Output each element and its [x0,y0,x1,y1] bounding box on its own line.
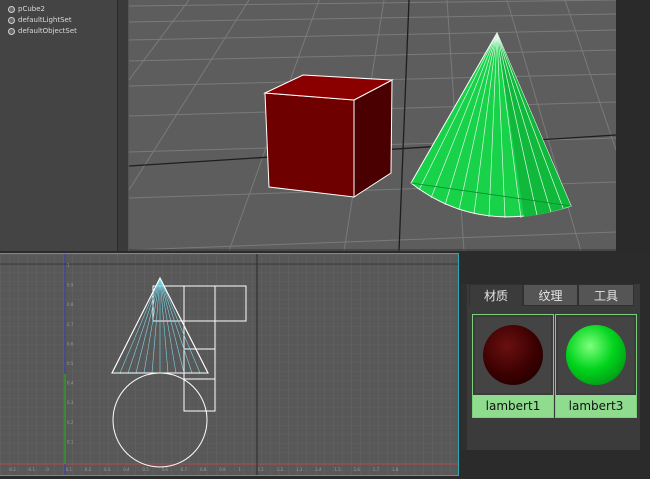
swatch-label: lambert1 [473,395,553,417]
material-ball [566,325,626,385]
hypershade-scrollbar[interactable] [461,284,467,450]
uv-y-tick-label: 0.2 [67,420,74,425]
outliner-item-label: defaultObjectSet [18,27,77,35]
tab-utilities[interactable]: 工具 [578,284,634,306]
uv-x-tick-label: 0.7 [181,467,188,472]
material-swatch-lambert1[interactable]: lambert1 [472,314,554,418]
perspective-viewport[interactable] [129,0,616,251]
hypershade-panel: 材质 纹理 工具 lambert1 lambert3 [461,284,640,450]
uv-canvas: -0.2 -0.1 0 0.1 0.2 0.3 0.4 0.5 0.6 0.7 0.8 0.9 1 1.1… [0,254,458,475]
uv-x-tick-label: 1.2 [277,467,284,472]
uv-x-tick-label: 1 [238,467,241,472]
uv-y-tick-label: 0.4 [67,381,74,386]
uv-y-tick-label: 0.9 [67,283,74,288]
uv-x-tick-label: 0.4 [123,467,130,472]
outliner-item-label: pCube2 [18,5,45,13]
uv-y-tick-label: 0.7 [67,322,74,327]
uv-x-tick-label: 1.5 [334,467,341,472]
uv-y-tick-label: 0.5 [67,361,74,366]
outliner-item-defaultlightset[interactable]: defaultLightSet [8,15,72,25]
uv-x-tick-label: 0.1 [66,467,73,472]
swatch-thumbnail [558,317,634,393]
uv-x-tick-label: 0.6 [162,467,169,472]
uv-x-tick-label: 1.8 [392,467,399,472]
uv-x-tick-label: 0.5 [142,467,149,472]
set-icon [8,16,15,24]
uv-x-tick-label: 1.7 [373,467,380,472]
outliner-panel: pCube2 defaultLightSet defaultObjectSet [0,0,117,251]
uv-x-tick-label: 0.3 [104,467,111,472]
uv-x-tick-label: -0.1 [27,467,35,472]
set-icon [8,27,15,35]
swatch-thumbnail [475,317,551,393]
uv-y-tick-label: 0.1 [67,439,74,444]
uv-y-tick-label: 0.8 [67,302,74,307]
hypershade-footer [461,450,650,479]
uv-texture-editor[interactable]: -0.2 -0.1 0 0.1 0.2 0.3 0.4 0.5 0.6 0.7 0.8 0.9 1 1.1… [0,253,459,476]
material-swatch-lambert3[interactable]: lambert3 [555,314,637,418]
cube-mesh[interactable] [263,74,394,198]
cone-mesh[interactable] [410,31,572,219]
uv-y-tick-label: 0.6 [67,341,74,346]
uv-x-tick-label: 1.3 [296,467,303,472]
uv-x-tick-label: 1.6 [354,467,361,472]
material-ball [483,325,543,385]
viewport-canvas [129,0,616,251]
uv-x-tick-label: 1.1 [258,467,265,472]
swatch-label: lambert3 [556,395,636,417]
right-panel-edge [616,0,650,251]
uv-x-ticks: -0.2 -0.1 0 0.1 0.2 0.3 0.4 0.5 0.6 0.7 0.8 0.9 1 1.1… [8,467,399,472]
uv-x-tick-label: 0 [46,467,49,472]
tab-materials[interactable]: 材质 [469,284,523,306]
tab-textures[interactable]: 纹理 [523,284,578,306]
panel-splitter[interactable] [117,0,129,251]
outliner-item-pcube2[interactable]: pCube2 [8,4,45,14]
outliner-item-defaultobjectset[interactable]: defaultObjectSet [8,26,77,36]
uv-x-tick-label: -0.2 [8,467,16,472]
uv-x-tick-label: 1.4 [315,467,322,472]
uv-x-tick-label: 0.9 [219,467,226,472]
set-icon [8,5,15,13]
uv-y-tick-label: 0.3 [67,400,74,405]
uv-x-tick-label: 0.2 [85,467,92,472]
uv-x-tick-label: 0.8 [200,467,207,472]
outliner-item-label: defaultLightSet [18,16,72,24]
